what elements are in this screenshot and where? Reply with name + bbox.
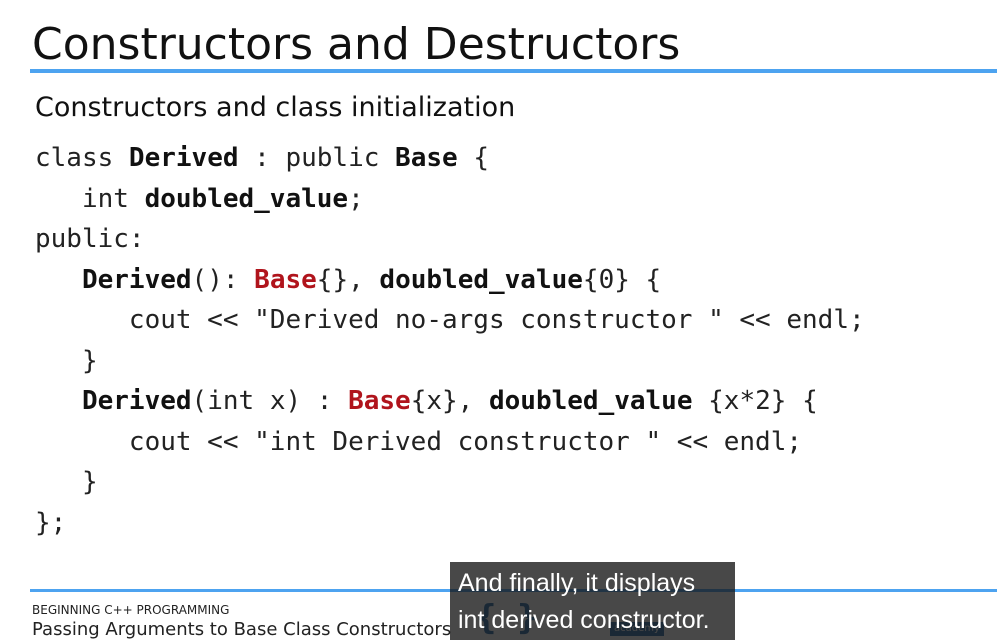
caption-line-1: And finally, it displays [458,569,696,597]
caption-line-2: int derived constructor. [458,606,710,634]
code-token: int [35,183,145,214]
course-name: BEGINNING C++ PROGRAMMING [32,603,230,617]
code-token: (int x) : [191,386,349,416]
code-line: } [35,462,865,503]
code-token: Derived [81,264,192,295]
code-line: Derived(): Base{}, doubled_value{0} { [35,260,865,301]
code-token: {x}, [410,386,489,416]
video-caption: And finally, it displays int derived con… [450,562,735,640]
code-token: Base [348,386,411,416]
code-token: cout << "int Derived constructor " << en… [35,426,803,457]
code-token: { [457,143,489,173]
code-token: doubled_value [144,183,349,214]
code-token: : public [238,143,396,173]
code-token: } [35,345,98,376]
code-token: Derived [128,143,239,173]
code-token: {0} { [582,264,662,295]
code-line: Derived(int x) : Base{x}, doubled_value … [35,381,865,422]
code-token: } [35,467,98,497]
code-token: Base [395,143,458,173]
code-token: cout << "Derived no-args constructor " <… [35,305,865,335]
code-token: public: [35,224,145,254]
code-block: class Derived : public Base { int double… [35,138,865,543]
code-token: Derived [81,386,192,416]
code-token: class [35,143,129,173]
code-line: cout << "Derived no-args constructor " <… [35,300,865,341]
code-token: doubled_value [379,264,583,295]
code-token: (): [191,264,255,295]
code-line: } [35,341,865,382]
code-line: public: [35,219,865,260]
code-token: {}, [316,264,380,295]
lecture-title: Passing Arguments to Base Class Construc… [32,619,452,640]
code-line: class Derived : public Base { [35,138,865,179]
code-token: {x*2} { [692,386,818,416]
code-token: Base [254,264,317,295]
code-line: cout << "int Derived constructor " << en… [35,422,865,463]
code-line: }; [35,503,865,544]
slide-title: Constructors and Destructors [32,19,681,70]
code-token: doubled_value [489,386,693,416]
code-line: int doubled_value; [35,179,865,220]
code-token: }; [35,507,67,538]
code-token: ; [348,183,364,214]
title-divider [30,69,997,73]
slide-subtitle: Constructors and class initialization [35,92,516,123]
